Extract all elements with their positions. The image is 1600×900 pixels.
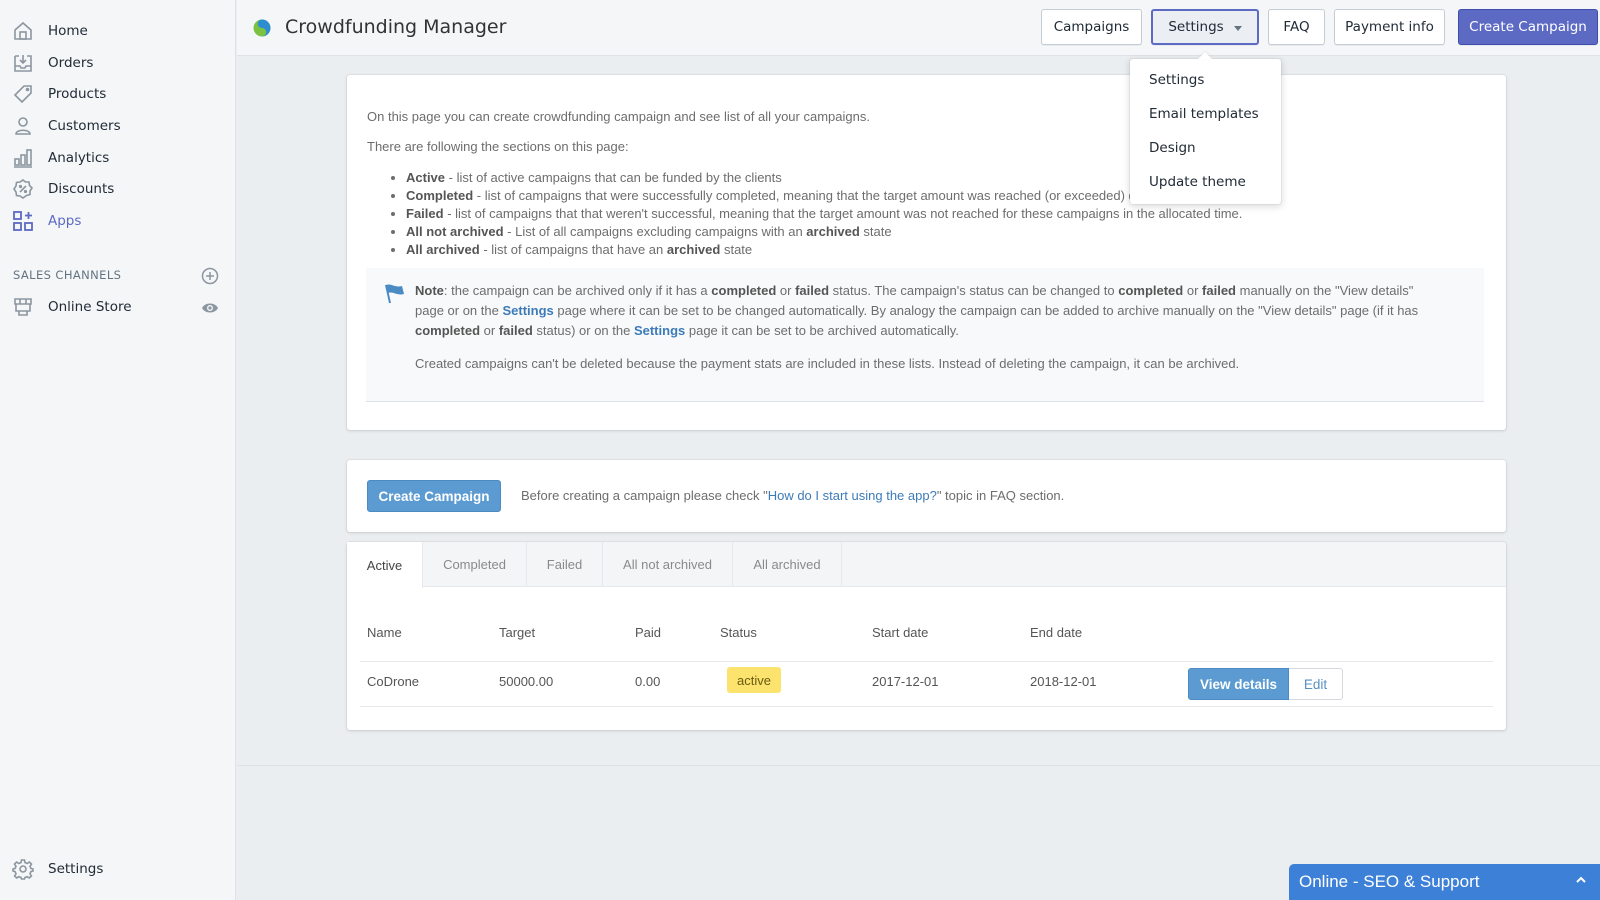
create-campaign-card: Create Campaign Before creating a campai…	[347, 460, 1506, 532]
section-item-failed: Failed - list of campaigns that that wer…	[406, 205, 1274, 223]
tab-failed[interactable]: Failed	[527, 542, 603, 587]
sidebar-item-customers[interactable]: Customers	[12, 113, 121, 139]
payment-info-button[interactable]: Payment info	[1334, 9, 1445, 45]
settings-dropdown-button[interactable]: Settings	[1151, 9, 1259, 45]
tab-all-not-archived[interactable]: All not archived	[603, 542, 733, 587]
sidebar-item-home[interactable]: Home	[12, 18, 88, 44]
discount-icon	[12, 178, 34, 200]
sections-intro: There are following the sections on this…	[367, 139, 629, 154]
sidebar-item-label: Orders	[48, 55, 94, 71]
sidebar-item-products[interactable]: Products	[12, 81, 106, 107]
sidebar-item-label: Apps	[48, 213, 82, 229]
sidebar-item-label: Settings	[48, 861, 104, 877]
column-header-name: Name	[367, 625, 402, 640]
tab-completed[interactable]: Completed	[423, 542, 527, 587]
faq-start-link[interactable]: How do I start using the app?	[768, 488, 937, 503]
campaigns-button[interactable]: Campaigns	[1041, 9, 1142, 45]
status-badge: active	[727, 667, 781, 693]
note-line-2: page or on the Settings page where it ca…	[415, 303, 1419, 318]
info-card: On this page you can create crowdfunding…	[347, 75, 1506, 430]
bar-chart-icon	[12, 147, 34, 169]
column-header-end-date: End date	[1030, 625, 1083, 640]
home-icon	[12, 20, 34, 42]
campaign-end-date: 2018-12-01	[1030, 674, 1097, 689]
settings-link[interactable]: Settings	[502, 303, 553, 318]
view-details-button[interactable]: View details	[1188, 668, 1289, 700]
campaign-target: 50000.00	[499, 674, 554, 689]
table-divider	[360, 661, 1493, 662]
sidebar-item-label: Analytics	[48, 150, 110, 166]
sidebar-item-online-store[interactable]: Online Store	[12, 294, 132, 320]
column-header-start-date: Start date	[872, 625, 929, 640]
sidebar-item-apps[interactable]: Apps	[12, 208, 81, 234]
apps-icon	[12, 210, 34, 232]
note-line-3: completed or failed status) or on the Se…	[415, 323, 959, 338]
campaigns-card: Active Completed Failed All not archived…	[347, 542, 1506, 730]
tab-active[interactable]: Active	[347, 542, 423, 588]
dropdown-item-settings[interactable]: Settings	[1149, 72, 1204, 88]
sidebar-item-orders[interactable]: Orders	[12, 50, 93, 76]
sidebar-item-discounts[interactable]: Discounts	[12, 176, 114, 202]
faq-button[interactable]: FAQ	[1268, 9, 1325, 45]
plus-circle-icon	[201, 267, 219, 285]
section-item-all-archived: All archived - list of campaigns that ha…	[406, 241, 1274, 259]
chat-widget-label: Online - SEO & Support	[1299, 872, 1480, 891]
sidebar-item-analytics[interactable]: Analytics	[12, 145, 109, 171]
column-header-status: Status	[720, 625, 757, 640]
sidebar-item-label: Home	[48, 23, 88, 39]
page-title: Crowdfunding Manager	[285, 16, 507, 38]
column-header-target: Target	[499, 625, 536, 640]
table-divider	[360, 706, 1493, 707]
add-sales-channel-button[interactable]	[200, 266, 220, 286]
user-icon	[12, 115, 34, 137]
gear-icon	[12, 858, 34, 880]
sidebar-item-label: Customers	[48, 118, 121, 134]
section-item-all-not-archived: All not archived - List of all campaigns…	[406, 223, 1274, 241]
app-logo-icon	[253, 19, 271, 37]
tab-all-archived[interactable]: All archived	[733, 542, 842, 587]
campaign-paid: 0.00	[635, 674, 661, 689]
page-footer-divider	[237, 765, 1600, 766]
campaign-name-link[interactable]: CoDrone	[367, 674, 419, 689]
create-campaign-button[interactable]: Create Campaign	[367, 480, 501, 512]
dropdown-item-email-templates[interactable]: Email templates	[1149, 106, 1259, 122]
sidebar-item-label: Products	[48, 86, 107, 102]
support-chat-widget[interactable]: Online - SEO & Support	[1289, 864, 1600, 900]
create-campaign-header-button[interactable]: Create Campaign	[1458, 9, 1598, 45]
note-box: Note: the campaign can be archived only …	[366, 268, 1484, 402]
sales-channels-label: SALES CHANNELS	[13, 268, 122, 282]
tag-icon	[12, 83, 34, 105]
intro-line: On this page you can create crowdfunding…	[367, 109, 870, 124]
note-line-4: Created campaigns can't be deleted becau…	[415, 356, 1240, 371]
dropdown-item-design[interactable]: Design	[1149, 140, 1196, 156]
settings-dropdown-menu: Settings Email templates Design Update t…	[1130, 59, 1281, 204]
orders-icon	[12, 52, 34, 74]
campaign-tabs: Active Completed Failed All not archived…	[347, 542, 1506, 588]
create-campaign-hint: Before creating a campaign please check …	[521, 488, 1065, 503]
edit-button[interactable]: Edit	[1289, 668, 1343, 700]
flag-icon	[385, 284, 404, 303]
note-line-1: Note: the campaign can be archived only …	[415, 283, 1414, 298]
settings-link[interactable]: Settings	[634, 323, 685, 338]
campaign-start-date: 2017-12-01	[872, 674, 939, 689]
sidebar-item-label: Online Store	[48, 299, 132, 315]
store-icon	[12, 296, 34, 318]
sidebar: Home Orders Products Customers Analytics…	[0, 0, 236, 900]
settings-button-label: Settings	[1168, 19, 1224, 35]
eye-icon	[202, 303, 218, 313]
sidebar-item-settings[interactable]: Settings	[12, 856, 103, 882]
dropdown-item-update-theme[interactable]: Update theme	[1149, 174, 1246, 190]
caret-down-icon	[1233, 25, 1242, 31]
column-header-paid: Paid	[635, 625, 662, 640]
chevron-up-icon	[1576, 876, 1586, 883]
view-online-store-button[interactable]	[200, 298, 220, 318]
sidebar-item-label: Discounts	[48, 181, 115, 197]
